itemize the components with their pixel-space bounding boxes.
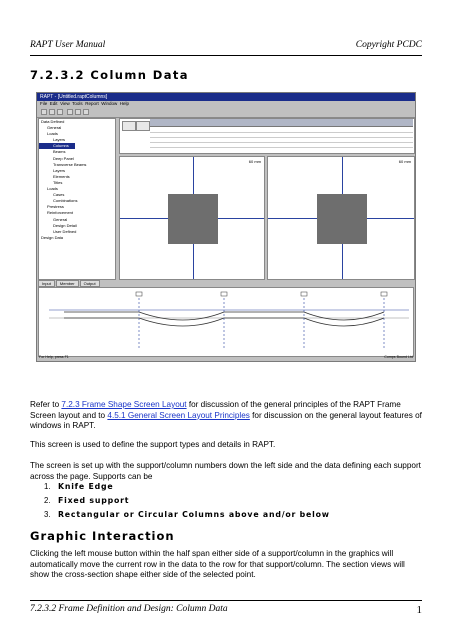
header-rule	[30, 55, 422, 56]
footer-left: 7.2.3.2 Frame Definition and Design: Col…	[30, 604, 228, 614]
print-icon[interactable]	[67, 109, 73, 115]
list-number: 1.	[44, 482, 51, 491]
frame-elevation-drawing	[49, 291, 409, 348]
menu-item[interactable]: Report	[85, 101, 99, 106]
status-left: For Help, press F1	[39, 355, 69, 359]
section-view-right[interactable]: 60 mm	[267, 156, 415, 280]
menu-item[interactable]: View	[60, 101, 70, 106]
status-bar: For Help, press F1 Comps Bound Ltd	[39, 355, 413, 360]
list-item: 2. Fixed support	[44, 496, 129, 505]
app-title-bar: RAPT - [Untitled.raptColumns]	[37, 93, 415, 101]
section-dimension-label: 60 mm	[398, 159, 411, 164]
menu-item[interactable]: Help	[120, 101, 129, 106]
menu-item[interactable]: Edit	[50, 101, 58, 106]
list-item: 1. Knife Edge	[44, 482, 113, 491]
tab-member[interactable]: Member	[55, 280, 79, 287]
section-title: 7.2.3.2 Column Data	[30, 68, 189, 82]
footer-rule	[30, 600, 422, 601]
paragraph-graphic-interaction: Clicking the left mouse button within th…	[30, 549, 425, 581]
page-header: RAPT User Manual Copyright PCDC	[30, 40, 422, 54]
app-screenshot: RAPT - [Untitled.raptColumns] File Edit …	[36, 92, 416, 362]
paragraph-intro: Refer to 7.2.3 Frame Shape Screen Layout…	[30, 400, 425, 432]
page-number: 1	[416, 604, 423, 616]
list-item: 3. Rectangular or Circular Columns above …	[44, 510, 330, 519]
column-section	[168, 194, 218, 244]
list-number: 2.	[44, 496, 51, 505]
graphic-interaction-heading: Graphic Interaction	[30, 529, 175, 543]
list-text: Rectangular or Circular Columns above an…	[58, 510, 330, 519]
grid-header	[150, 119, 413, 127]
list-text: Fixed support	[58, 496, 130, 505]
menu-item[interactable]: Window	[101, 101, 117, 106]
tab-input[interactable]: Input	[38, 280, 55, 287]
app-toolbar	[37, 107, 415, 118]
section-dimension-label: 60 mm	[248, 159, 261, 164]
help-icon[interactable]	[83, 109, 89, 115]
paragraph-text: Clicking the left mouse button within th…	[30, 549, 405, 580]
table-row[interactable]	[150, 143, 413, 148]
paragraph-text: The screen is set up with the support/co…	[30, 461, 421, 481]
paragraph-setup: The screen is set up with the support/co…	[30, 461, 425, 482]
paragraph-text: This screen is used to define the suppor…	[30, 440, 276, 449]
link-general-screen-layout[interactable]: 4.5.1 General Screen Layout Principles	[107, 411, 249, 420]
list-number: 3.	[44, 510, 51, 519]
header-right: Copyright PCDC	[355, 40, 422, 50]
tree-item[interactable]: Design Data	[39, 235, 115, 241]
save-icon[interactable]	[57, 109, 63, 115]
tree-tabs: Input Member Output	[38, 280, 116, 287]
open-icon[interactable]	[49, 109, 55, 115]
page-footer: 7.2.3.2 Frame Definition and Design: Col…	[30, 604, 422, 618]
column-section	[317, 194, 367, 244]
list-text: Knife Edge	[58, 482, 114, 491]
link-frame-shape-layout[interactable]: 7.2.3 Frame Shape Screen Layout	[61, 400, 186, 409]
header-left: RAPT User Manual	[30, 40, 106, 50]
zoom-icon[interactable]	[75, 109, 81, 115]
status-right: Comps Bound Ltd	[384, 355, 413, 359]
tab-output[interactable]: Output	[79, 280, 100, 287]
edit-button[interactable]	[136, 121, 150, 131]
tree-view: Data Defined General Loads Layers Column…	[38, 118, 116, 280]
paragraph-purpose: This screen is used to define the suppor…	[30, 440, 425, 451]
section-view-left[interactable]: 60 mm	[119, 156, 265, 280]
column-data-grid[interactable]	[119, 118, 415, 154]
new-icon[interactable]	[41, 109, 47, 115]
text-run: Refer to	[30, 400, 62, 409]
menu-item[interactable]: Tools	[72, 101, 83, 106]
frame-elevation-view[interactable]	[38, 287, 414, 357]
menu-item[interactable]: File	[40, 101, 47, 106]
column-type-picker[interactable]	[122, 121, 136, 131]
